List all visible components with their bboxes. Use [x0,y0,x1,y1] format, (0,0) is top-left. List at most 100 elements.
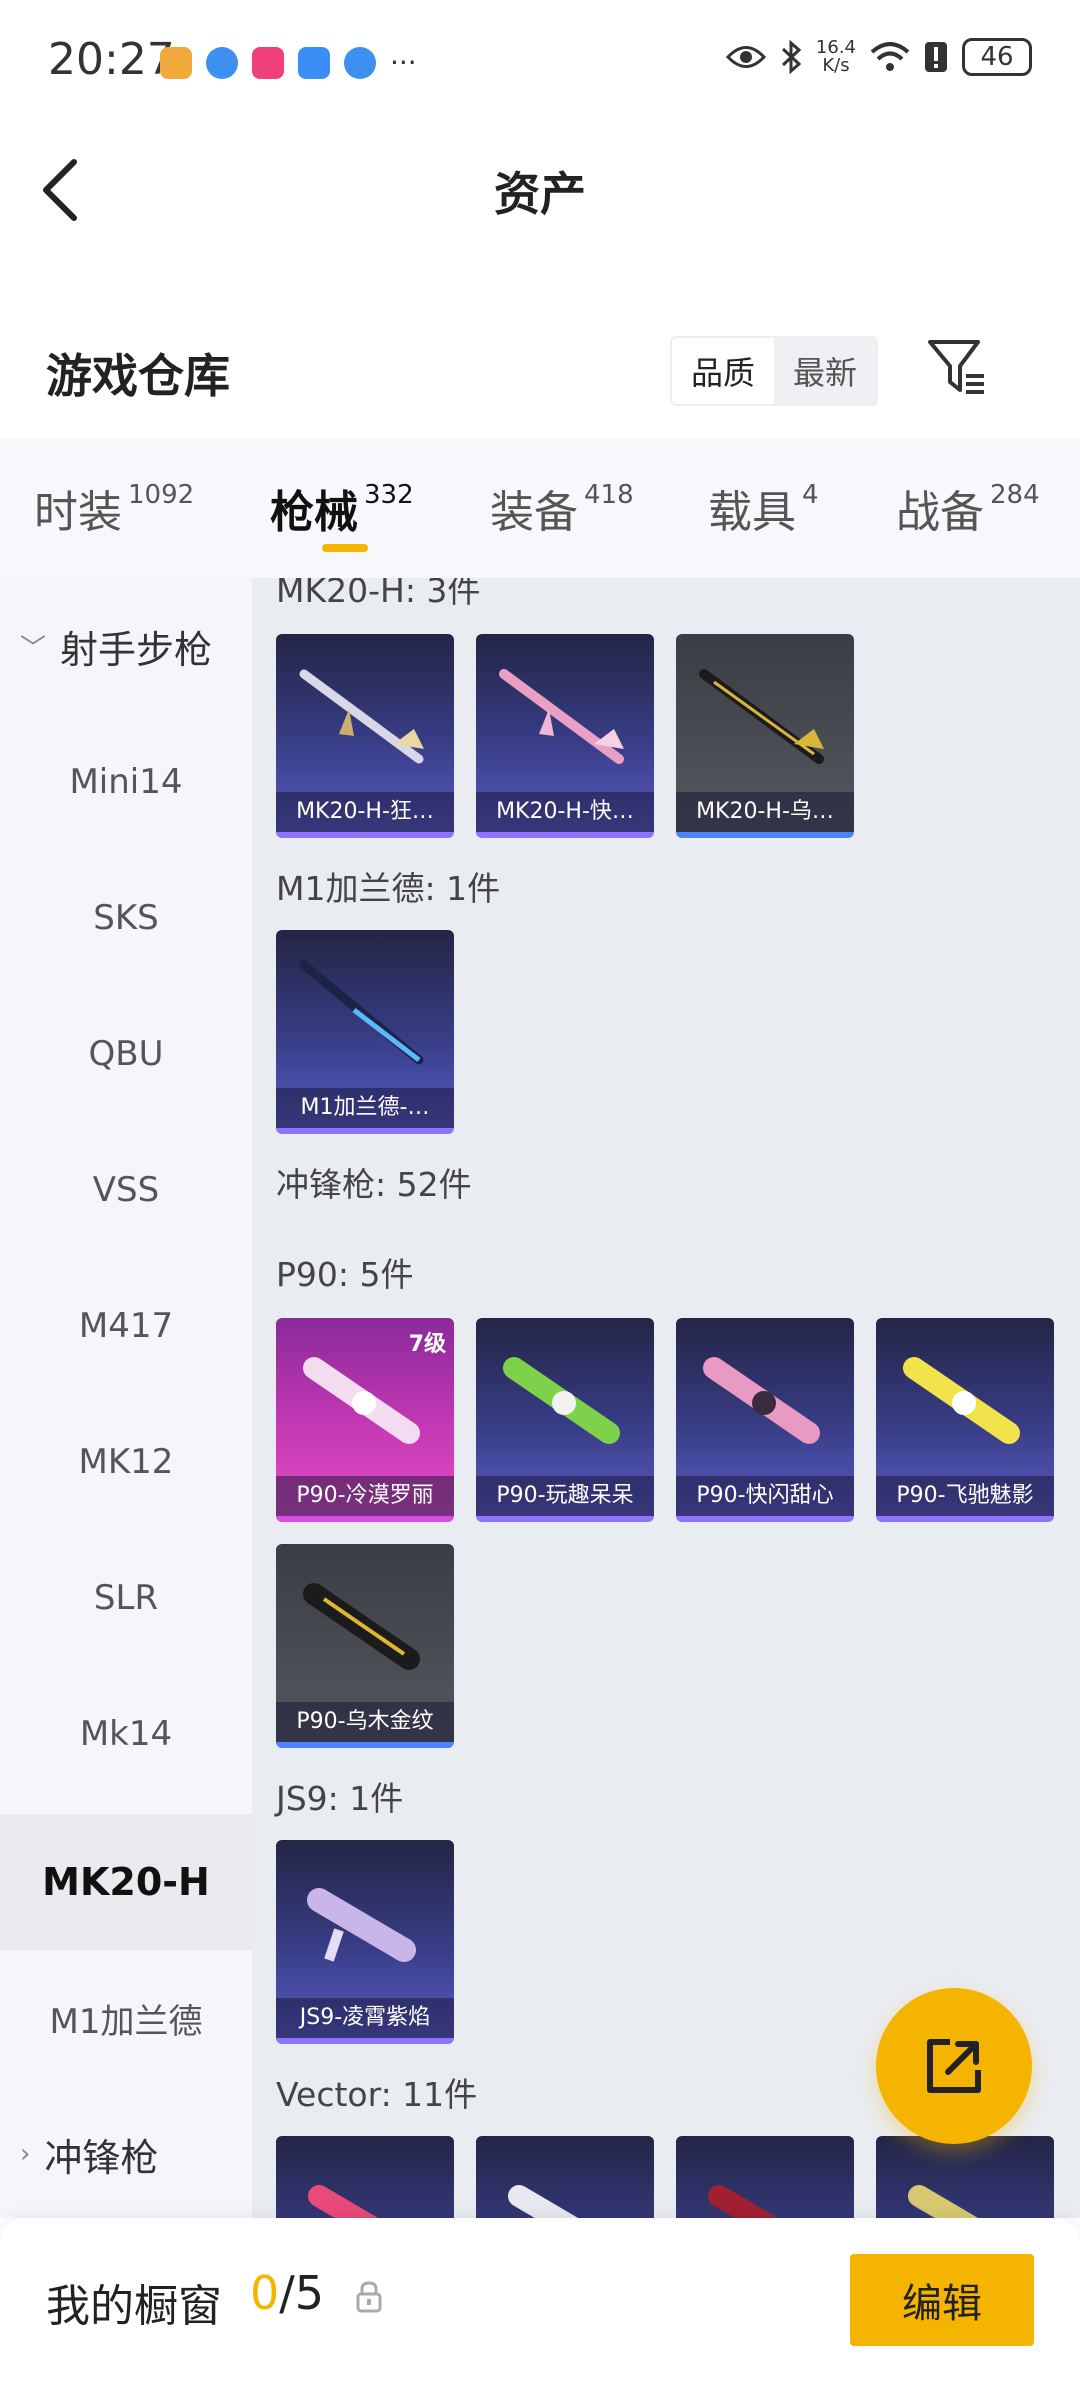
weapon-card[interactable] [476,2136,654,2218]
sidebar-item-slr[interactable]: SLR [0,1530,252,1666]
filter-button[interactable] [924,334,990,400]
smg-icon [303,1583,420,1670]
tab-label: 装备 [490,487,578,538]
weapon-card[interactable]: P90-乌木金纹 [276,1544,454,1748]
weapon-card[interactable]: 7级 P90-冷漠罗丽 [276,1318,454,1522]
browser-notification-icon-2 [344,46,376,79]
sidebar-item-mini14[interactable]: Mini14 [0,714,252,850]
sort-newest-button[interactable]: 最新 [774,338,876,404]
sidebar-item-mk12[interactable]: MK12 [0,1394,252,1530]
weapon-card[interactable]: JS9-凌霄紫焰 [276,1840,454,2044]
weapon-card[interactable]: P90-快闪甜心 [676,1318,854,1522]
browser-notification-icon [206,46,238,79]
filter-icon [928,340,984,394]
tab-vehicles[interactable]: 载具 4 [708,476,819,540]
share-out-icon [927,2039,981,2093]
sidebar-category-label: 冲锋枪 [44,2135,159,2180]
tab-count: 284 [990,480,1040,510]
notification-icons: ··· [160,46,417,79]
tab-label: 枪械 [270,487,358,538]
weapon-card[interactable]: MK20-H-快… [476,634,654,838]
weapon-name: P90-飞驰魅影 [876,1476,1054,1516]
smg-icon [508,2185,579,2218]
wifi-icon [870,42,910,71]
weapon-grid: MK20-H: 3件 MK20-H-狂… MK20-H-快… MK20-H-乌…… [252,578,1080,2218]
weapon-card[interactable]: MK20-H-乌… [676,634,854,838]
weapon-card[interactable]: MK20-H-狂… [276,634,454,838]
share-fab[interactable] [876,1988,1032,2144]
app-notification-icon [160,46,192,79]
smg-icon [307,1888,416,1962]
smg-icon [903,1357,1020,1444]
video-app-notification-icon [252,46,284,79]
weapon-card[interactable]: P90-玩趣呆呆 [476,1318,654,1522]
weapon-card[interactable] [876,2136,1054,2218]
net-speed-unit: K/s [822,55,850,76]
group-heading: P90: 5件 [276,1255,414,1294]
weapon-card[interactable]: P90-飞驰魅影 [876,1318,1054,1522]
category-tabs: 时装 1092 枪械 332 装备 418 载具 4 战备 284 [0,438,1080,578]
sort-toggle: 品质 最新 [670,336,878,406]
battery-indicator: 46 [962,38,1032,76]
weapon-card[interactable]: M1加兰德-… [276,930,454,1134]
rifle-icon [499,669,624,764]
smg-icon [308,2185,379,2218]
sort-quality-button[interactable]: 品质 [672,338,774,404]
smg-icon [703,1357,820,1444]
weapon-name: JS9-凌霄紫焰 [276,1998,454,2038]
tab-firearms[interactable]: 枪械 332 [270,476,414,540]
active-tab-indicator [322,544,368,552]
weapon-name: P90-冷漠罗丽 [276,1476,454,1516]
bluetooth-notification-icon [298,46,330,79]
showcase-count-total: /5 [279,2266,325,2320]
sidebar-category-marksman-rifles[interactable]: ﹀ 射手步枪 [0,578,252,714]
weapon-name: MK20-H-快… [476,792,654,832]
tab-count: 332 [364,480,414,510]
sidebar-item-mk20h[interactable]: MK20-H [0,1814,252,1950]
tab-label: 战备 [896,487,984,538]
status-bar: 20:27 ··· 16.4 K/s 46 [0,0,1080,120]
group-heading: JS9: 1件 [276,1779,404,1818]
status-right: 16.4 K/s 46 [725,38,1032,76]
rifle-icon [699,669,824,764]
tab-outfits[interactable]: 时装 1092 [34,476,194,540]
weapon-sidebar: ﹀ 射手步枪 Mini14 SKS QBU VSS M417 MK12 SLR M… [0,578,252,2218]
smg-icon [503,1357,620,1444]
tab-label: 时装 [34,487,122,538]
alert-icon [925,42,947,72]
tab-count: 418 [584,480,634,510]
sidebar-item-vss[interactable]: VSS [0,1122,252,1258]
chevron-down-icon: ﹀ [20,633,47,664]
tab-supplies[interactable]: 战备 284 [896,476,1040,540]
more-notifications-icon: ··· [390,46,417,79]
smg-icon [708,2185,779,2218]
showcase-count: 0/5 [250,2266,324,2320]
sidebar-item-qbu[interactable]: QBU [0,986,252,1122]
chevron-right-icon: › [20,2139,31,2169]
edit-button[interactable]: 编辑 [850,2254,1034,2346]
group-heading: 冲锋枪: 52件 [276,1165,472,1204]
smg-icon [303,1357,420,1444]
sidebar-item-mk14[interactable]: Mk14 [0,1666,252,1802]
warehouse-title: 游戏仓库 [46,349,230,403]
sidebar-category-smg[interactable]: › 冲锋枪 [0,2086,252,2218]
lock-icon [356,2281,382,2313]
weapon-card[interactable] [676,2136,854,2218]
rifle-icon [299,669,424,764]
rifle-icon [299,960,424,1065]
status-time: 20:27 [48,34,175,85]
group-heading: M1加兰德: 1件 [276,869,501,908]
weapon-name: P90-快闪甜心 [676,1476,854,1516]
tab-label: 载具 [708,487,796,538]
sidebar-category-label: 射手步枪 [60,627,213,672]
showcase-label: 我的橱窗 [46,2281,222,2332]
tab-equipment[interactable]: 装备 418 [490,476,634,540]
sidebar-item-m1-garand[interactable]: M1加兰德 [0,1950,252,2086]
weapon-name: MK20-H-乌… [676,792,854,832]
group-heading: Vector: 11件 [276,2075,478,2114]
weapon-card[interactable] [276,2136,454,2218]
sidebar-item-m417[interactable]: M417 [0,1258,252,1394]
showcase-bar: 我的橱窗 0/5 编辑 [0,2218,1080,2382]
sidebar-item-sks[interactable]: SKS [0,850,252,986]
tab-count: 1092 [128,480,195,510]
